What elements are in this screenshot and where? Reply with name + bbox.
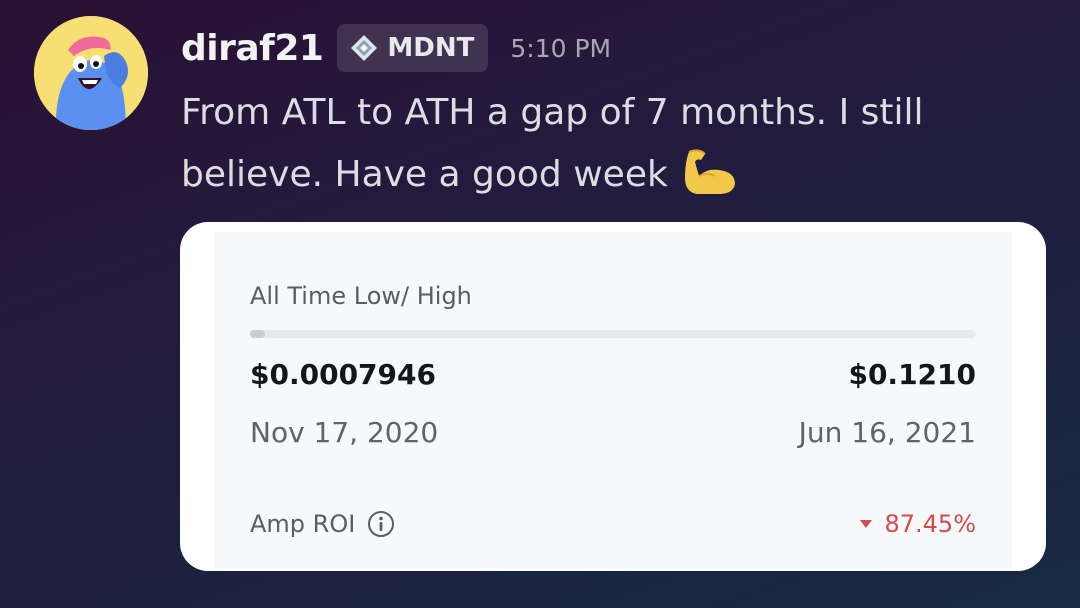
roi-label: Amp ROI (250, 510, 356, 538)
avatar[interactable] (34, 16, 148, 130)
server-tag[interactable]: MDNT (337, 24, 489, 72)
message-header: diraf21 MDNT 5:10 PM (181, 22, 611, 74)
roi-label-group: Amp ROI (250, 510, 395, 538)
info-icon[interactable] (367, 510, 395, 538)
all-time-high-price: $0.1210 (848, 358, 976, 391)
message-content: From ATL to ATH a gap of 7 months. I sti… (181, 82, 1041, 206)
diamond-badge-icon (351, 35, 378, 61)
range-bar (250, 330, 976, 338)
message-text: From ATL to ATH a gap of 7 months. I sti… (181, 92, 924, 195)
all-time-low-price: $0.0007946 (250, 358, 436, 391)
avatar-character-icon (34, 16, 148, 130)
ath-atl-panel: All Time Low/ High $0.0007946 $0.1210 No… (214, 232, 1012, 568)
all-time-high-date: Jun 16, 2021 (798, 416, 976, 449)
caret-down-icon (860, 520, 873, 528)
timestamp[interactable]: 5:10 PM (510, 34, 611, 63)
roi-value: 87.45% (884, 510, 976, 538)
range-bar-fill (250, 330, 265, 338)
username[interactable]: diraf21 (181, 28, 324, 69)
card-title: All Time Low/ High (250, 282, 472, 310)
all-time-low-date: Nov 17, 2020 (250, 416, 439, 449)
server-tag-label: MDNT (387, 33, 475, 63)
flexed-biceps-icon (685, 149, 736, 194)
price-embed-card: All Time Low/ High $0.0007946 $0.1210 No… (180, 222, 1046, 571)
roi-value-group: 87.45% (860, 510, 976, 538)
